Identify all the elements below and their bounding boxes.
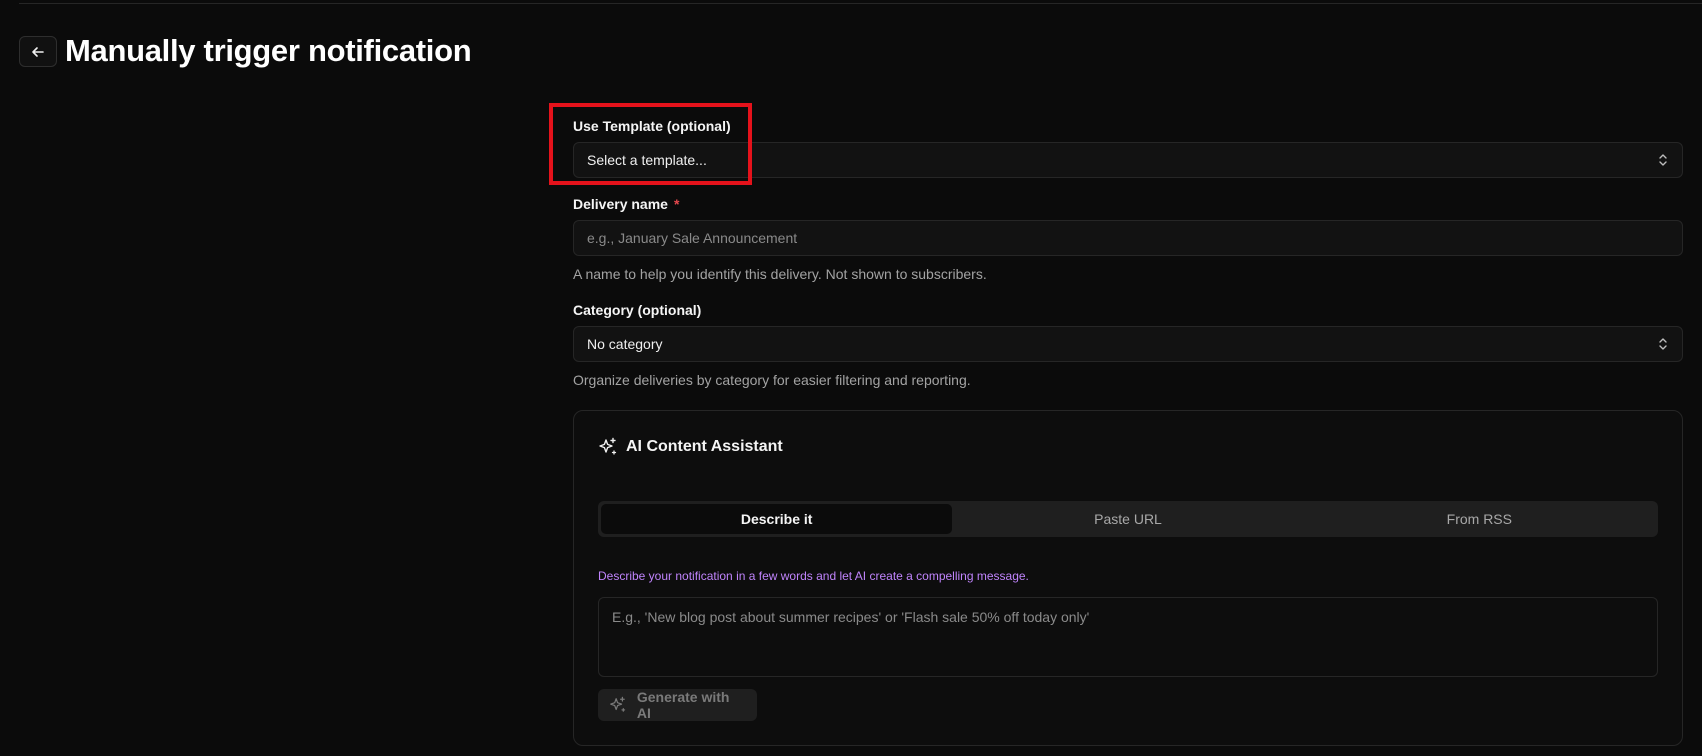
page-title: Manually trigger notification	[65, 33, 472, 68]
highlight-box	[549, 103, 752, 185]
sparkles-icon	[610, 696, 626, 712]
back-button[interactable]	[19, 36, 57, 67]
chevron-up-down-icon	[1659, 338, 1667, 350]
delivery-name-placeholder: e.g., January Sale Announcement	[587, 230, 798, 246]
delivery-name-input[interactable]: e.g., January Sale Announcement	[573, 220, 1683, 256]
ai-assistant-title: AI Content Assistant	[626, 438, 783, 455]
category-help: Organize deliveries by category for easi…	[573, 372, 971, 388]
delivery-name-label-text: Delivery name	[573, 196, 668, 212]
required-mark: *	[673, 196, 680, 212]
top-divider	[19, 3, 1702, 4]
tab-from-rss[interactable]: From RSS	[1304, 504, 1655, 534]
ai-assistant-header: AI Content Assistant	[598, 437, 783, 457]
category-select-value: No category	[587, 336, 663, 352]
ai-description-placeholder: E.g., 'New blog post about summer recipe…	[612, 609, 1090, 625]
ai-source-tabs: Describe it Paste URL From RSS	[598, 501, 1658, 537]
arrow-left-icon	[32, 46, 44, 57]
delivery-name-label: Delivery name *	[573, 196, 679, 212]
ai-hint-text: Describe your notification in a few word…	[598, 569, 1029, 583]
category-label: Category (optional)	[573, 302, 702, 318]
tab-paste-url[interactable]: Paste URL	[952, 504, 1303, 534]
category-select[interactable]: No category	[573, 326, 1683, 362]
chevron-up-down-icon	[1659, 154, 1667, 166]
ai-description-textarea[interactable]: E.g., 'New blog post about summer recipe…	[598, 597, 1658, 677]
generate-with-ai-button[interactable]: Generate with AI	[598, 689, 757, 721]
sparkles-icon	[599, 437, 617, 455]
generate-with-ai-label: Generate with AI	[636, 689, 730, 721]
tab-describe-it[interactable]: Describe it	[601, 504, 953, 534]
ai-content-assistant-card: AI Content Assistant Describe it Paste U…	[573, 410, 1683, 746]
delivery-name-help: A name to help you identify this deliver…	[573, 266, 987, 282]
